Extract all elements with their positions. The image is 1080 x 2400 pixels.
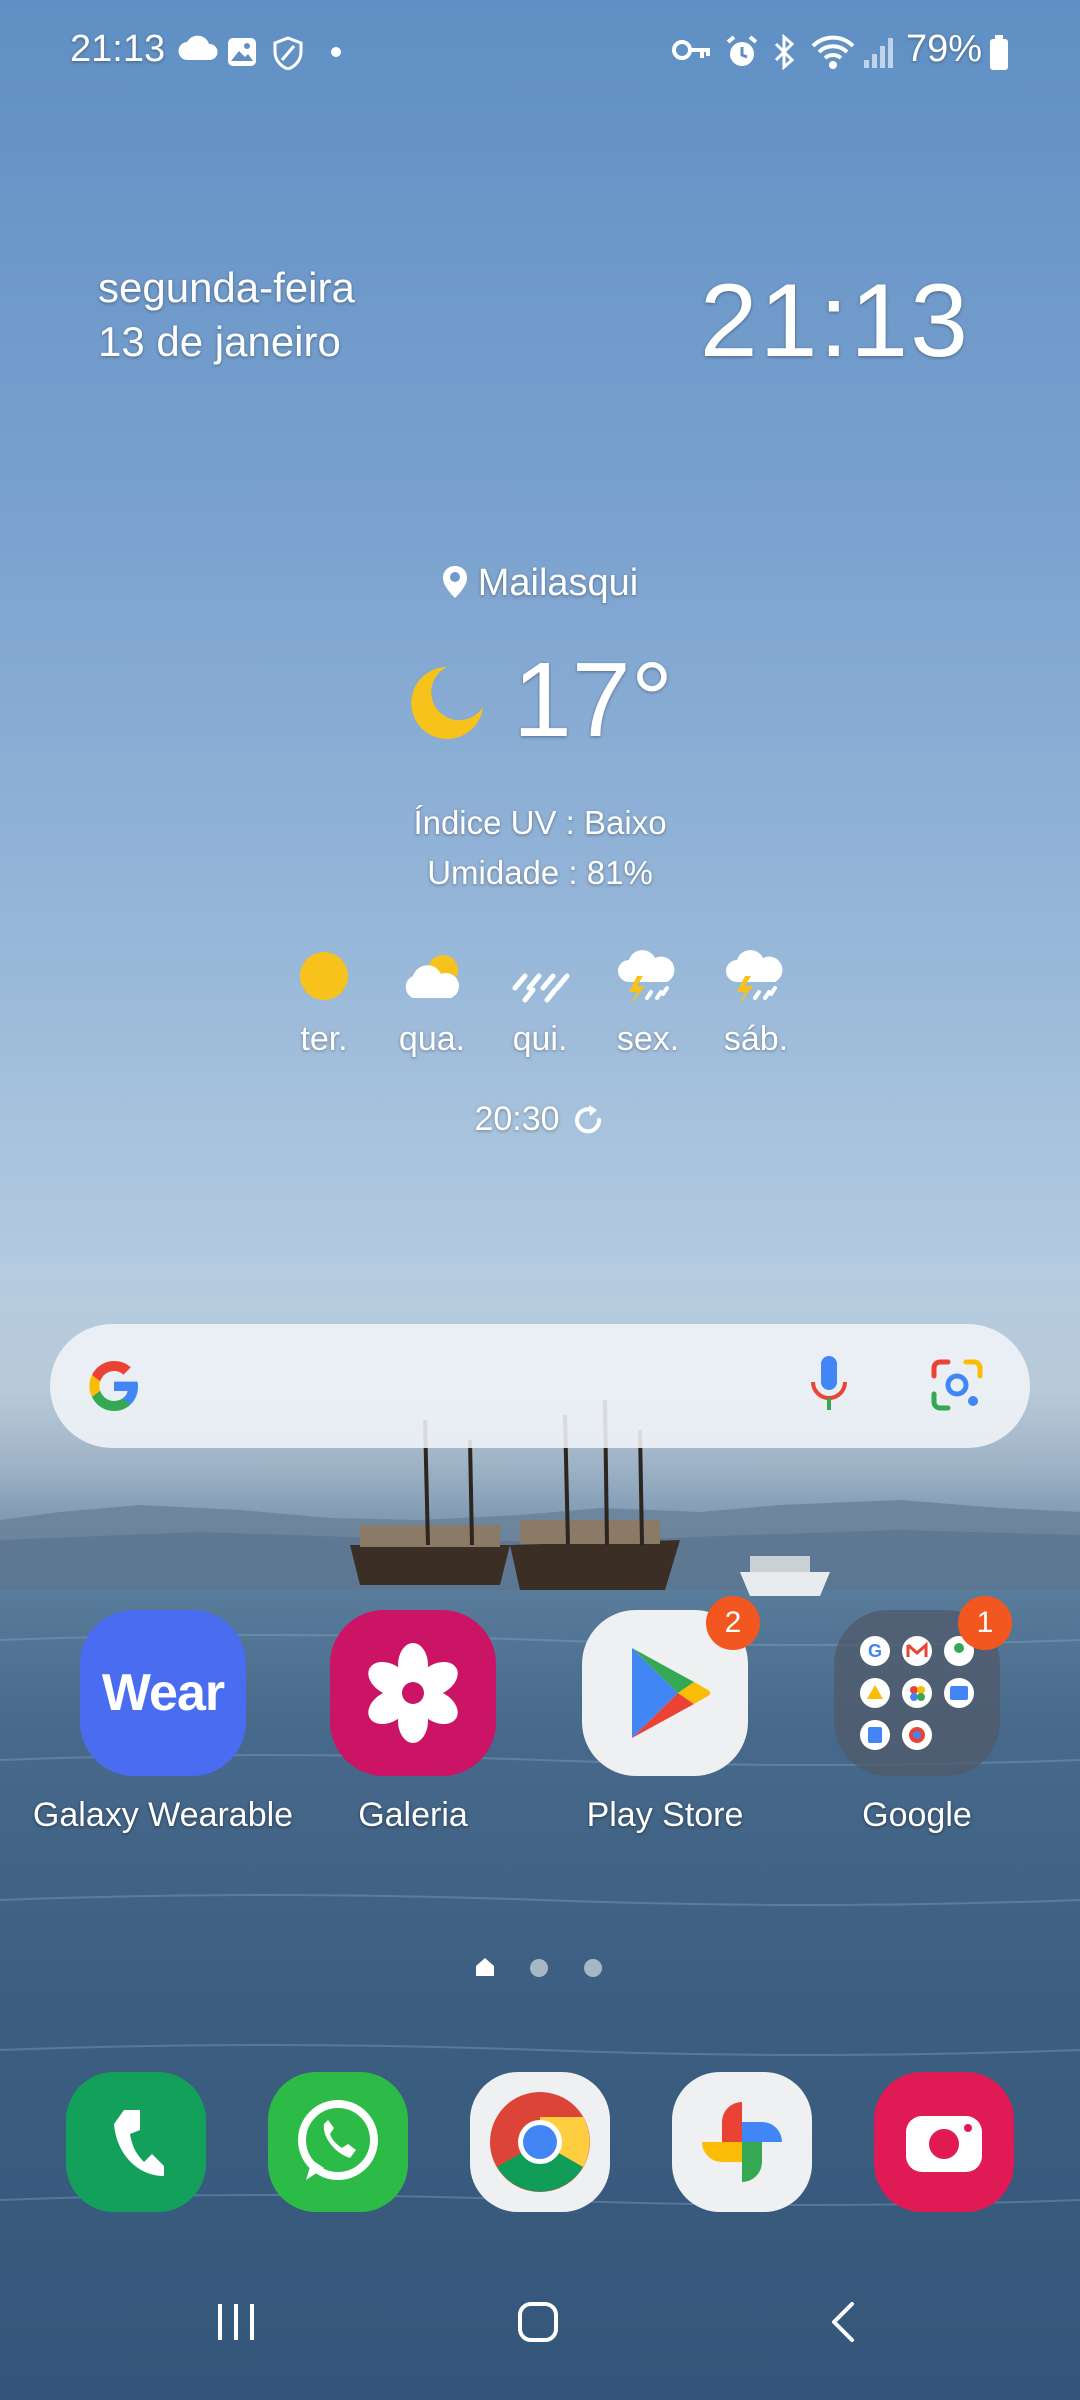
- humidity: Umidade : 81%: [427, 854, 653, 891]
- app-galeria[interactable]: Galeria: [288, 1610, 538, 1835]
- thunderstorm-icon: [618, 950, 675, 1004]
- forecast-day-label: ter.: [300, 1020, 348, 1058]
- wear-icon-text: Wear: [101, 1664, 225, 1722]
- back-icon[interactable]: [822, 2300, 866, 2344]
- wear-icon: Wear: [80, 1610, 246, 1776]
- play-store-icon: 2: [582, 1596, 760, 1776]
- bluetooth-icon: [774, 34, 795, 70]
- forecast-day: sex.: [615, 948, 681, 1059]
- updated-time: 20:30: [474, 1100, 560, 1138]
- forecast-day-label: sex.: [616, 1020, 680, 1058]
- status-time: 21:13: [70, 28, 166, 70]
- moon-icon: [411, 666, 483, 739]
- google-logo-icon: [89, 1361, 138, 1411]
- recent-apps-icon[interactable]: [214, 2300, 258, 2344]
- weather-refresh[interactable]: 20:30: [0, 1100, 1080, 1139]
- gallery-icon: [228, 38, 256, 66]
- forecast-row[interactable]: ter. qua. qui. sex. sáb.: [0, 948, 1080, 1059]
- home-icon[interactable]: [516, 2300, 560, 2344]
- wifi-icon: [811, 35, 855, 69]
- home-page-indicator-icon: [476, 1958, 494, 1976]
- forecast-day-label: sáb.: [723, 1020, 789, 1058]
- key-icon: [672, 40, 710, 60]
- app-label: Google: [862, 1796, 972, 1834]
- page-indicator[interactable]: [470, 1956, 610, 1980]
- cloud-icon: [178, 35, 218, 61]
- battery-icon: [990, 35, 1008, 70]
- camera-icon: [906, 2116, 982, 2172]
- dock-photos[interactable]: [672, 2072, 812, 2212]
- page-dot: [584, 1959, 602, 1977]
- photos-icon: [702, 2102, 782, 2182]
- dock-phone[interactable]: [66, 2072, 206, 2212]
- lens-icon[interactable]: [930, 1358, 984, 1412]
- app-play-store[interactable]: 2 Play Store: [540, 1596, 790, 1835]
- phone-icon: [114, 2110, 164, 2176]
- date-day[interactable]: 13 de janeiro: [98, 318, 341, 366]
- folder-google[interactable]: G 1 Google: [792, 1596, 1042, 1835]
- rain-icon: [512, 973, 570, 1003]
- dock-chrome[interactable]: [470, 2072, 610, 2212]
- app-label: Galaxy Wearable: [32, 1796, 294, 1834]
- app-label: Play Store: [586, 1796, 744, 1834]
- sun-icon: [300, 952, 348, 1000]
- gallery-flower-icon: [330, 1610, 496, 1776]
- date-weekday[interactable]: segunda-feira: [98, 264, 355, 312]
- dock-whatsapp[interactable]: [268, 2072, 408, 2212]
- shield-icon: [273, 36, 303, 70]
- partly-cloudy-icon: [405, 955, 459, 998]
- clock-time[interactable]: 21:13: [700, 262, 970, 381]
- refresh-icon[interactable]: [572, 1103, 606, 1137]
- google-search-bar[interactable]: [50, 1324, 1030, 1448]
- forecast-day: sáb.: [723, 948, 789, 1059]
- weather-current[interactable]: 17°: [0, 640, 1080, 761]
- alarm-icon: [726, 35, 758, 66]
- forecast-day: ter.: [291, 948, 357, 1059]
- svg-text:G: G: [868, 1641, 882, 1661]
- signal-icon: [864, 38, 893, 68]
- app-galaxy-wearable[interactable]: Wear Galaxy Wearable: [33, 1610, 293, 1835]
- notification-badge: 2: [706, 1596, 760, 1650]
- app-label: Galeria: [358, 1796, 468, 1834]
- folder-icon: G 1: [834, 1596, 1012, 1776]
- forecast-day: qui.: [507, 948, 573, 1059]
- notification-badge: 1: [958, 1596, 1012, 1650]
- whatsapp-icon: [298, 2100, 378, 2180]
- microphone-icon[interactable]: [806, 1352, 852, 1418]
- dock-camera[interactable]: [874, 2072, 1014, 2212]
- chrome-icon: [490, 2092, 590, 2192]
- temperature: 17°: [512, 641, 674, 759]
- thunderstorm-icon: [726, 950, 783, 1004]
- battery-percentage: 79%: [906, 28, 983, 70]
- location-label: Mailasqui: [477, 562, 639, 604]
- forecast-day: qua.: [399, 948, 465, 1059]
- weather-location[interactable]: Mailasqui: [0, 562, 1080, 605]
- page-dot: [530, 1959, 548, 1977]
- forecast-day-label: qui.: [512, 1020, 568, 1058]
- forecast-day-label: qua.: [398, 1020, 466, 1058]
- location-pin-icon: [442, 566, 467, 598]
- uv-index: Índice UV : Baixo: [413, 804, 667, 841]
- dot-icon: [331, 47, 341, 57]
